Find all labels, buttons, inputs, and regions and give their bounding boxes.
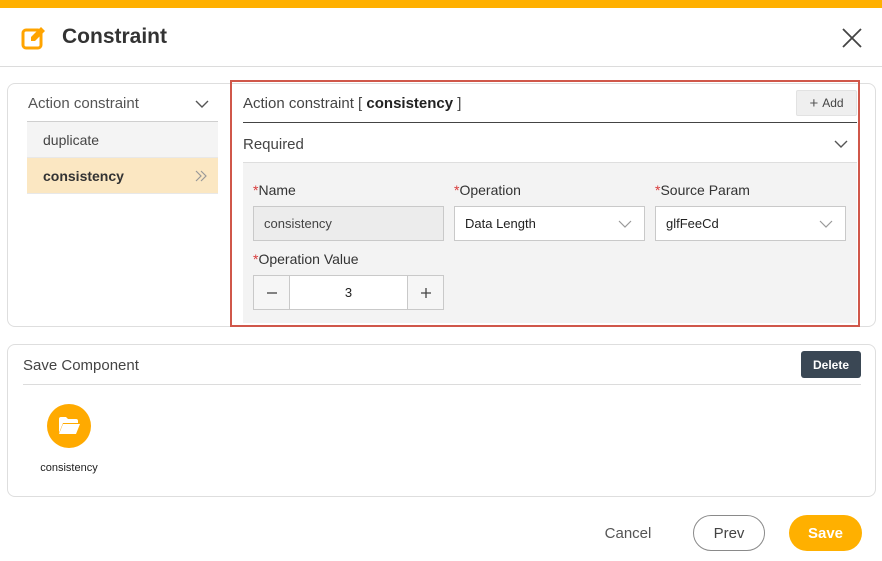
source-param-label: *Source Param	[655, 182, 750, 198]
folder-open-icon	[59, 417, 80, 434]
plus-icon: +	[809, 94, 819, 112]
required-form: *Name consistency *Operation Data Length…	[243, 163, 857, 323]
nav-item-label: consistency	[43, 167, 124, 184]
component-item[interactable]: consistency	[30, 404, 108, 474]
chevron-down-icon	[618, 220, 632, 228]
source-param-selected-value: glfFeeCd	[666, 216, 719, 231]
add-button-label: Add	[822, 96, 844, 110]
nav-header-label: Action constraint	[28, 95, 139, 112]
operation-label: *Operation	[454, 182, 521, 198]
double-chevron-right-icon	[195, 170, 207, 181]
prev-button[interactable]: Prev	[693, 515, 765, 551]
required-section-label: Required	[243, 136, 304, 153]
source-param-select[interactable]: glfFeeCd	[655, 206, 846, 241]
decrement-button[interactable]	[254, 276, 290, 309]
constraint-nav: Action constraint duplicate consistency	[27, 86, 218, 194]
dialog-title: Constraint	[62, 25, 167, 48]
name-field[interactable]: consistency	[253, 206, 444, 241]
chevron-down-icon	[819, 220, 833, 228]
nav-header[interactable]: Action constraint	[27, 86, 218, 122]
top-accent-bar	[0, 0, 882, 8]
detail-title: Action constraint [ consistency ]	[243, 95, 461, 112]
detail-title-prefix: Action constraint [	[243, 95, 367, 112]
operation-value-label-text: Operation Value	[258, 251, 359, 267]
minus-icon	[266, 291, 277, 294]
component-icon-circle	[47, 404, 91, 448]
detail-title-value: consistency	[366, 95, 454, 112]
component-name: consistency	[40, 462, 98, 474]
required-section-toggle[interactable]: Required	[243, 124, 857, 163]
delete-button[interactable]: Delete	[801, 351, 861, 378]
plus-icon	[420, 287, 431, 298]
edit-icon	[21, 27, 45, 50]
save-component-title: Save Component	[23, 357, 139, 374]
increment-button[interactable]	[407, 276, 443, 309]
save-button[interactable]: Save	[789, 515, 862, 551]
chevron-down-icon	[834, 140, 848, 148]
name-label-text: Name	[258, 182, 296, 198]
operation-selected-value: Data Length	[465, 216, 536, 231]
detail-title-suffix: ]	[453, 95, 462, 112]
operation-label-text: Operation	[459, 182, 521, 198]
operation-select[interactable]: Data Length	[454, 206, 645, 241]
nav-item-duplicate[interactable]: duplicate	[27, 122, 218, 158]
close-icon[interactable]	[838, 24, 866, 52]
add-button[interactable]: + Add	[796, 90, 857, 116]
operation-value-label: *Operation Value	[253, 251, 359, 267]
dialog-header: Constraint	[0, 8, 882, 67]
operation-value-input[interactable]: 3	[290, 276, 407, 309]
chevron-down-icon	[195, 100, 209, 108]
source-param-label-text: Source Param	[660, 182, 750, 198]
nav-item-consistency[interactable]: consistency	[27, 158, 218, 194]
name-label: *Name	[253, 182, 296, 198]
save-component-header: Save Component	[23, 345, 861, 385]
constraint-detail-header: Action constraint [ consistency ] + Add	[243, 86, 857, 123]
nav-item-label: duplicate	[43, 131, 100, 148]
cancel-button[interactable]: Cancel	[592, 515, 664, 551]
operation-value-stepper: 3	[253, 275, 444, 310]
